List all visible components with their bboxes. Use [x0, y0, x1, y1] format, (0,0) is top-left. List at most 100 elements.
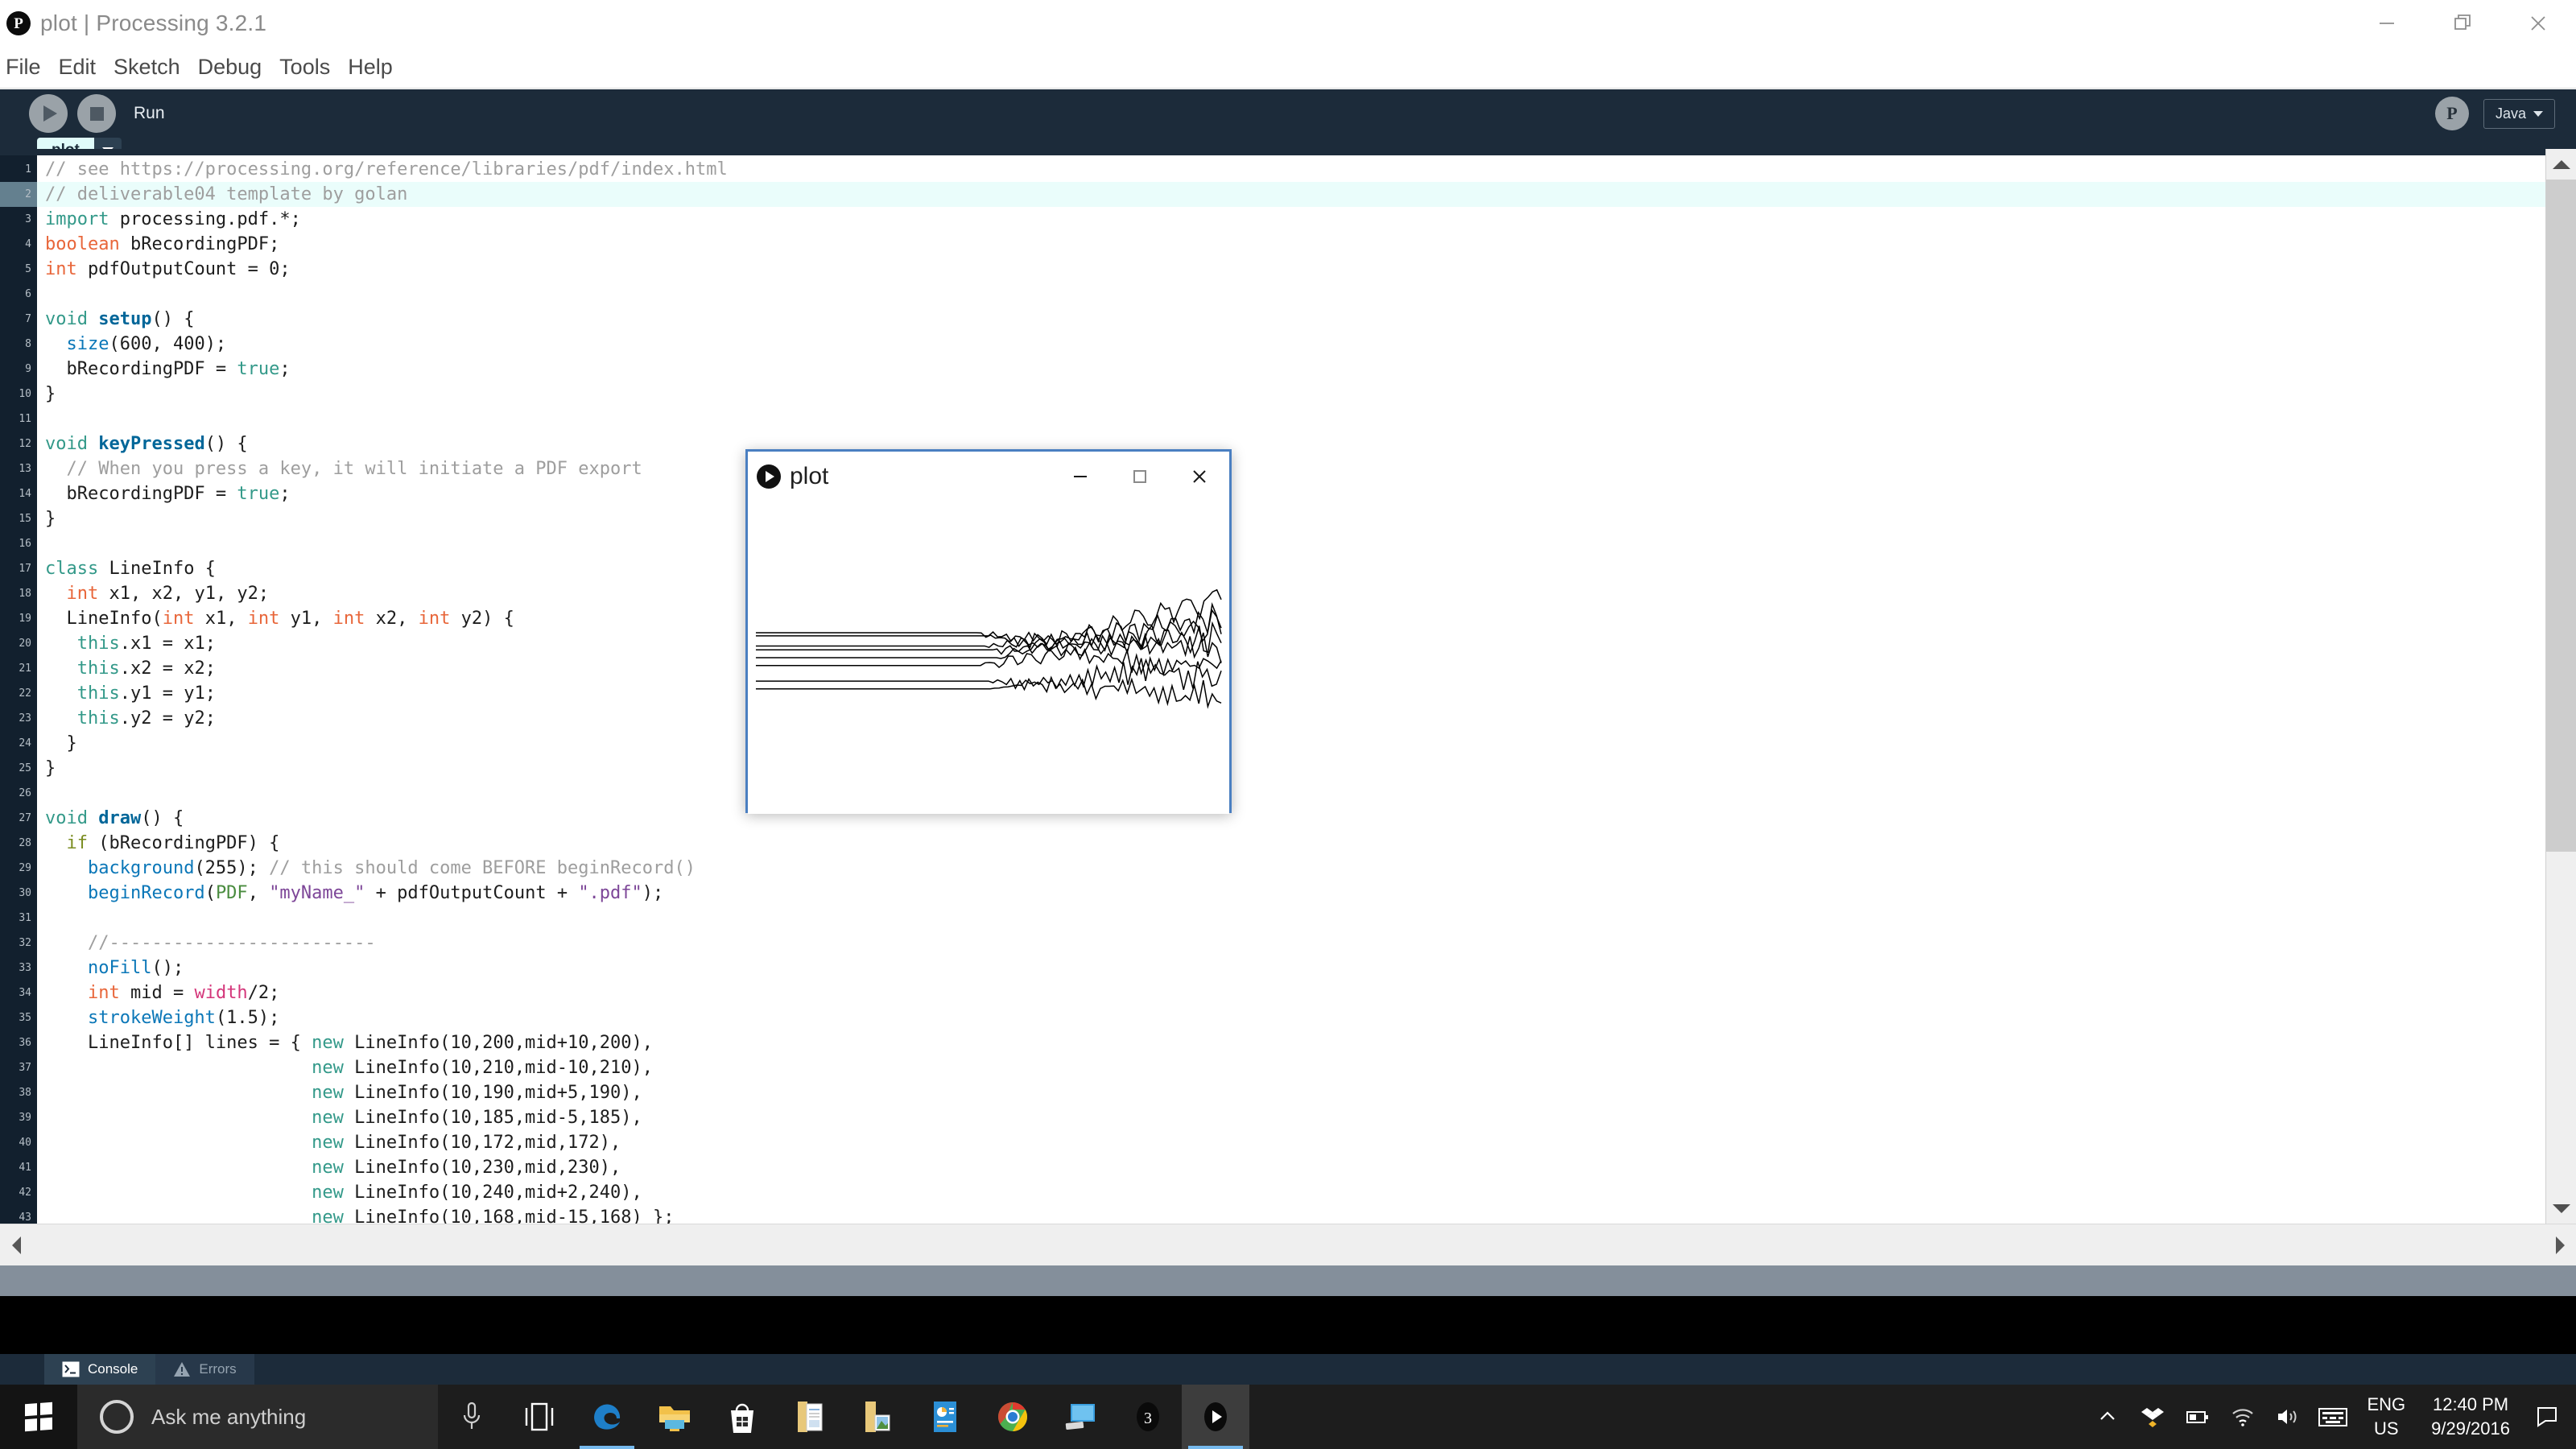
code-line[interactable] [37, 906, 2576, 931]
menu-edit[interactable]: Edit [56, 55, 99, 80]
menu-debug[interactable]: Debug [196, 55, 265, 80]
code-line[interactable]: void setup() { [37, 307, 2576, 332]
action-center-icon[interactable] [2524, 1385, 2570, 1449]
run-button[interactable] [29, 94, 68, 133]
code-line[interactable] [37, 781, 2576, 806]
close-icon[interactable] [2500, 0, 2576, 47]
scroll-left-button[interactable] [0, 1236, 32, 1254]
code-line[interactable]: bRecordingPDF = true; [37, 481, 2576, 506]
processing-debug-icon[interactable]: P [2434, 97, 2469, 130]
code-line[interactable]: new LineInfo(10,230,mid,230), [37, 1155, 2576, 1180]
code-line[interactable]: LineInfo(int x1, int y1, int x2, int y2)… [37, 606, 2576, 631]
code-line[interactable]: new LineInfo(10,210,mid-10,210), [37, 1055, 2576, 1080]
minimize-icon[interactable] [1051, 452, 1110, 502]
code-line[interactable]: void draw() { [37, 806, 2576, 831]
chrome-browser-icon[interactable] [979, 1385, 1046, 1449]
code-line[interactable]: // see https://processing.org/reference/… [37, 157, 2576, 182]
sketch-canvas[interactable] [748, 502, 1229, 814]
close-icon[interactable] [1170, 452, 1229, 502]
scroll-right-button[interactable] [2544, 1236, 2576, 1254]
code-line[interactable]: LineInfo[] lines = { new LineInfo(10,200… [37, 1030, 2576, 1055]
pictures-folder-icon[interactable] [844, 1385, 911, 1449]
code-line[interactable]: class LineInfo { [37, 556, 2576, 581]
code-editor[interactable]: 1 2 3 4 5 6 7 8 9 10 11 12 13 14 15 16 17 18 19 20 21 22 23 24 2… [0, 149, 2576, 1224]
stop-button[interactable] [77, 94, 116, 133]
menu-tools[interactable]: Tools [277, 55, 332, 80]
code-line[interactable]: int pdfOutputCount = 0; [37, 257, 2576, 282]
remote-desktop-icon[interactable] [1046, 1385, 1114, 1449]
code-token: (600, 400); [109, 334, 227, 354]
code-line[interactable]: } [37, 506, 2576, 531]
code-line[interactable]: noFill(); [37, 956, 2576, 980]
windows-start-icon[interactable] [0, 1385, 77, 1449]
minimize-icon[interactable] [2349, 0, 2425, 47]
processing-sketch-icon[interactable] [1182, 1385, 1249, 1449]
scroll-up-button[interactable] [2546, 149, 2576, 180]
code-line[interactable]: if (bRecordingPDF) { [37, 831, 2576, 856]
code-line[interactable]: new LineInfo(10,172,mid,172), [37, 1130, 2576, 1155]
code-line[interactable] [37, 282, 2576, 307]
code-line[interactable]: new LineInfo(10,190,mid+5,190), [37, 1080, 2576, 1105]
editor-horizontal-scrollbar[interactable] [0, 1224, 2576, 1265]
code-line[interactable]: void keyPressed() { [37, 431, 2576, 456]
language-indicator[interactable]: ENG US [2355, 1393, 2417, 1440]
code-line[interactable]: this.x2 = x2; [37, 656, 2576, 681]
code-line[interactable]: bRecordingPDF = true; [37, 357, 2576, 382]
vertical-scrollbar-thumb[interactable] [2546, 180, 2576, 852]
code-line[interactable]: new LineInfo(10,185,mid-5,185), [37, 1105, 2576, 1130]
menu-file[interactable]: File [3, 55, 43, 80]
code-line[interactable]: background(255); // this should come BEF… [37, 856, 2576, 881]
battery-icon[interactable] [2175, 1385, 2220, 1449]
code-line[interactable]: int x1, x2, y1, y2; [37, 581, 2576, 606]
file-explorer-icon[interactable] [641, 1385, 708, 1449]
code-line[interactable]: new LineInfo(10,168,mid-15,168) }; [37, 1205, 2576, 1224]
code-line[interactable]: this.y2 = y2; [37, 706, 2576, 731]
restore-icon[interactable] [2425, 0, 2500, 47]
system-tray: ENG US 12:40 PM 9/29/2016 [2085, 1385, 2576, 1449]
microsoft-store-icon[interactable] [708, 1385, 776, 1449]
code-line[interactable] [37, 531, 2576, 556]
office-app-icon[interactable] [911, 1385, 979, 1449]
code-line[interactable]: size(600, 400); [37, 332, 2576, 357]
wifi-icon[interactable] [2220, 1385, 2265, 1449]
sketch-window[interactable]: plot [745, 449, 1232, 814]
word-document-icon[interactable] [776, 1385, 844, 1449]
code-line[interactable]: this.x1 = x1; [37, 631, 2576, 656]
code-line[interactable]: // When you press a key, it will initiat… [37, 456, 2576, 481]
code-line[interactable]: } [37, 382, 2576, 407]
keyboard-icon[interactable] [2310, 1385, 2355, 1449]
task-view-icon[interactable] [506, 1385, 573, 1449]
tab-console[interactable]: Console [44, 1354, 156, 1385]
microphone-icon[interactable] [438, 1385, 506, 1449]
mode-selector[interactable]: Java [2483, 98, 2555, 129]
menu-help[interactable]: Help [345, 55, 395, 80]
processing-app-icon[interactable]: 3 [1114, 1385, 1182, 1449]
editor-vertical-scrollbar[interactable] [2545, 149, 2576, 1224]
code-line[interactable]: new LineInfo(10,240,mid+2,240), [37, 1180, 2576, 1205]
code-line[interactable]: int mid = width/2; [37, 980, 2576, 1005]
code-line[interactable]: import processing.pdf.*; [37, 207, 2576, 232]
code-line[interactable]: beginRecord(PDF, "myName_" + pdfOutputCo… [37, 881, 2576, 906]
maximize-icon[interactable] [1110, 452, 1170, 502]
code-line[interactable]: boolean bRecordingPDF; [37, 232, 2576, 257]
code-line[interactable]: strokeWeight(1.5); [37, 1005, 2576, 1030]
dropbox-icon[interactable] [2130, 1385, 2175, 1449]
code-line[interactable]: } [37, 731, 2576, 756]
volume-icon[interactable] [2265, 1385, 2310, 1449]
tab-errors[interactable]: Errors [155, 1354, 254, 1385]
code-text-area[interactable]: // see https://processing.org/reference/… [37, 155, 2576, 1224]
search-input[interactable]: Ask me anything [77, 1385, 438, 1449]
menu-sketch[interactable]: Sketch [111, 55, 183, 80]
code-token: PDF [215, 883, 248, 903]
scroll-down-button[interactable] [2546, 1193, 2576, 1224]
code-line[interactable] [37, 407, 2576, 431]
clock[interactable]: 12:40 PM 9/29/2016 [2417, 1393, 2524, 1440]
edge-browser-icon[interactable] [573, 1385, 641, 1449]
code-line[interactable]: //------------------------- [37, 931, 2576, 956]
code-line[interactable]: } [37, 756, 2576, 781]
chevron-up-icon[interactable] [2085, 1385, 2130, 1449]
code-token: void [45, 309, 88, 329]
code-line[interactable]: this.y1 = y1; [37, 681, 2576, 706]
code-line[interactable]: // deliverable04 template by golan [37, 182, 2576, 207]
